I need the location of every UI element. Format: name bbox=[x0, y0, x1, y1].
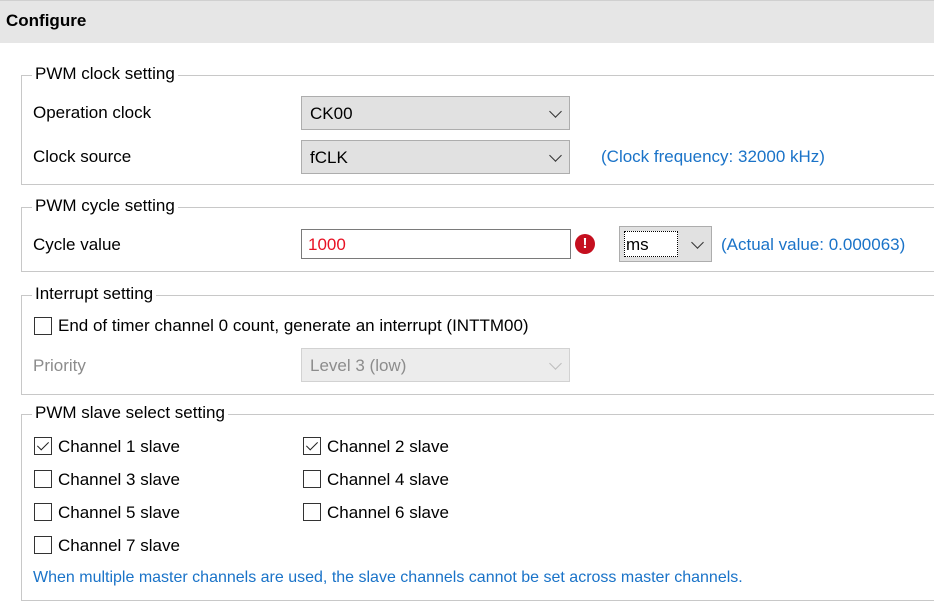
cycle-value-label: Cycle value bbox=[33, 235, 121, 254]
priority-label: Priority bbox=[33, 356, 86, 375]
channel-4-slave-checkbox[interactable] bbox=[303, 470, 321, 488]
configure-header: Configure bbox=[0, 0, 934, 43]
actual-value-note: (Actual value: 0.000063) bbox=[721, 235, 906, 254]
clock-source-select[interactable]: fCLK bbox=[301, 140, 570, 174]
channel-3-slave-checkbox[interactable] bbox=[34, 470, 52, 488]
slave-channel-note: When multiple master channels are used, … bbox=[33, 569, 743, 586]
clock-source-label: Clock source bbox=[33, 147, 132, 166]
clock-source-value: fCLK bbox=[310, 148, 348, 167]
channel-7-slave-checkbox[interactable] bbox=[34, 536, 52, 554]
chevron-down-icon bbox=[549, 105, 562, 118]
pwm-clock-setting-legend: PWM clock setting bbox=[32, 64, 178, 84]
error-exclamation-icon: ! bbox=[575, 234, 595, 254]
generate-interrupt-label[interactable]: End of timer channel 0 count, generate a… bbox=[58, 316, 529, 336]
cycle-unit-value: ms bbox=[626, 235, 649, 254]
cycle-unit-focus: ms bbox=[624, 231, 678, 257]
channel-5-slave-checkbox[interactable] bbox=[34, 503, 52, 521]
operation-clock-value: CK00 bbox=[310, 104, 353, 123]
chevron-down-icon bbox=[691, 236, 704, 249]
operation-clock-select[interactable]: CK00 bbox=[301, 96, 570, 130]
priority-select: Level 3 (low) bbox=[301, 348, 570, 382]
page-title: Configure bbox=[6, 11, 87, 30]
channel-5-slave-label[interactable]: Channel 5 slave bbox=[58, 503, 180, 523]
channel-6-slave-label[interactable]: Channel 6 slave bbox=[327, 503, 449, 523]
cycle-unit-select[interactable]: ms bbox=[619, 226, 712, 262]
pwm-slave-select-legend: PWM slave select setting bbox=[32, 403, 228, 423]
channel-2-slave-label[interactable]: Channel 2 slave bbox=[327, 437, 449, 457]
cycle-value-text: 1000 bbox=[308, 235, 346, 254]
channel-2-slave-checkbox[interactable] bbox=[303, 437, 321, 455]
clock-frequency-note: (Clock frequency: 32000 kHz) bbox=[601, 147, 825, 166]
pwm-cycle-setting-legend: PWM cycle setting bbox=[32, 196, 178, 216]
channel-4-slave-label[interactable]: Channel 4 slave bbox=[327, 470, 449, 490]
channel-7-slave-label[interactable]: Channel 7 slave bbox=[58, 536, 180, 556]
cycle-value-input[interactable]: 1000 bbox=[301, 229, 571, 259]
chevron-down-icon bbox=[549, 149, 562, 162]
channel-1-slave-label[interactable]: Channel 1 slave bbox=[58, 437, 180, 457]
interrupt-setting-legend: Interrupt setting bbox=[32, 284, 157, 304]
channel-6-slave-checkbox[interactable] bbox=[303, 503, 321, 521]
chevron-down-icon bbox=[549, 357, 562, 370]
generate-interrupt-checkbox[interactable] bbox=[34, 317, 52, 335]
channel-3-slave-label[interactable]: Channel 3 slave bbox=[58, 470, 180, 490]
priority-value: Level 3 (low) bbox=[310, 356, 407, 375]
operation-clock-label: Operation clock bbox=[33, 103, 152, 122]
channel-1-slave-checkbox[interactable] bbox=[34, 437, 52, 455]
